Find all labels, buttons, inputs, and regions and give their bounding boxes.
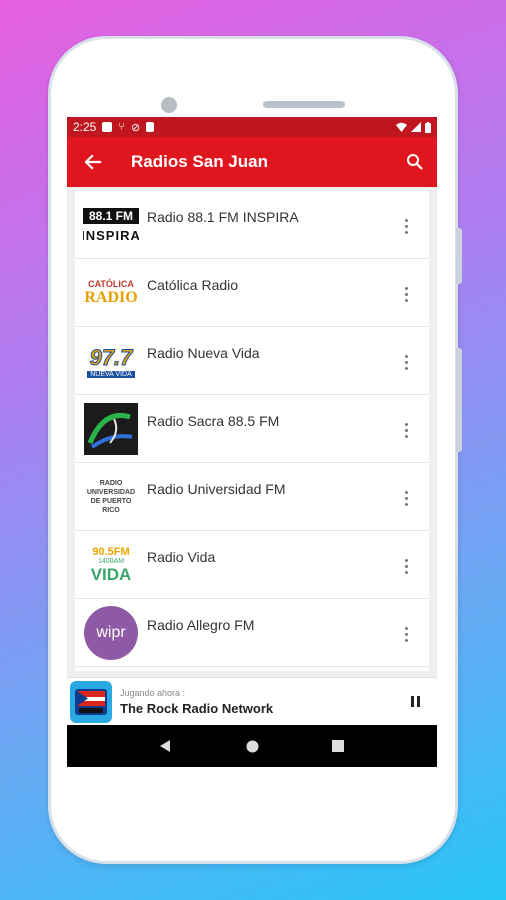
station-name: Radio Vida: [147, 549, 216, 565]
status-bar: 2:25 ⑂ ⊘: [67, 117, 437, 137]
pause-button[interactable]: [403, 690, 427, 714]
earpiece-speaker: [263, 101, 345, 108]
notification-icon: [102, 122, 113, 132]
pause-icon: [410, 696, 414, 707]
sacra-logo: [83, 401, 139, 457]
now-playing-artwork: [70, 680, 112, 723]
station-name: Radio Sacra 88.5 FM: [147, 413, 280, 429]
more-options-button[interactable]: [395, 283, 417, 305]
triangle-back-icon: [160, 740, 170, 752]
usb-icon: ⑂: [118, 121, 125, 133]
vida-logo: 90.5FM 1400AM VIDA: [90, 545, 132, 584]
station-item[interactable]: 97.7 NUEVA VIDA Radio Nueva Vida: [75, 327, 429, 395]
square-recents-icon: [332, 740, 344, 752]
more-options-button[interactable]: [395, 623, 417, 645]
circle-home-icon: [246, 740, 258, 752]
search-button[interactable]: [403, 150, 427, 174]
station-item[interactable]: Radio Sacra 88.5 FM: [75, 395, 429, 463]
station-item[interactable]: RADIO UNIVERSIDAD DE PUERTO RICO Radio U…: [75, 463, 429, 531]
station-item[interactable]: wipr Radio Allegro FM: [75, 599, 429, 667]
dnd-icon: ⊘: [130, 121, 141, 134]
station-name: Católica Radio: [147, 277, 239, 293]
station-name: Radio Universidad FM: [147, 481, 286, 497]
nav-recents-button[interactable]: [326, 734, 350, 758]
power-button: [456, 348, 462, 452]
now-playing-label: Jugando ahora :: [120, 687, 186, 698]
more-options-button[interactable]: [395, 419, 417, 441]
station-name: Radio 88.1 FM INSPIRA: [147, 209, 299, 225]
catolica-logo: CATÓLICA RADIO: [84, 279, 138, 306]
station-item[interactable]: 90.5FM 1400AM VIDA Radio Vida: [75, 531, 429, 599]
station-name: Radio Nueva Vida: [147, 345, 260, 361]
now-playing-title: The Rock Radio Network: [120, 700, 274, 716]
station-list: 88.1 FM INSPIRA Radio 88.1 FM INSPIRA CA…: [75, 191, 429, 671]
more-options-button[interactable]: [395, 555, 417, 577]
search-icon: [407, 154, 423, 170]
volume-button: [456, 228, 462, 284]
system-nav-bar: [67, 725, 437, 767]
app-screen: 2:25 ⑂ ⊘ Radios San Juan 88.1 FM INSPIRA…: [67, 117, 437, 767]
arrow-back-icon: [84, 154, 102, 170]
pause-icon: [416, 696, 420, 707]
universidad-logo: RADIO UNIVERSIDAD DE PUERTO RICO: [86, 480, 136, 514]
front-camera: [161, 97, 177, 113]
sd-card-icon: [146, 122, 155, 132]
page-title: Radios San Juan: [131, 152, 268, 171]
more-options-button[interactable]: [395, 487, 417, 509]
nav-back-button[interactable]: [154, 734, 178, 758]
status-time: 2:25: [73, 120, 97, 134]
signal-icon: [411, 122, 421, 132]
nav-home-button[interactable]: [240, 734, 264, 758]
wipr-logo: wipr: [83, 605, 139, 661]
station-item[interactable]: CATÓLICA RADIO Católica Radio: [75, 259, 429, 327]
back-button[interactable]: [81, 150, 105, 174]
inspira-logo: 88.1 FM INSPIRA: [83, 197, 139, 253]
station-name: Radio Allegro FM: [147, 617, 255, 633]
more-options-button[interactable]: [395, 215, 417, 237]
more-options-button[interactable]: [395, 351, 417, 373]
battery-icon: [425, 121, 431, 133]
app-bar: Radios San Juan: [67, 137, 437, 187]
wifi-icon: [396, 122, 407, 132]
now-playing-bar[interactable]: Jugando ahora : The Rock Radio Network: [67, 677, 437, 725]
nueva-vida-logo: 97.7 NUEVA VIDA: [83, 333, 139, 389]
station-item[interactable]: 88.1 FM INSPIRA Radio 88.1 FM INSPIRA: [75, 191, 429, 259]
